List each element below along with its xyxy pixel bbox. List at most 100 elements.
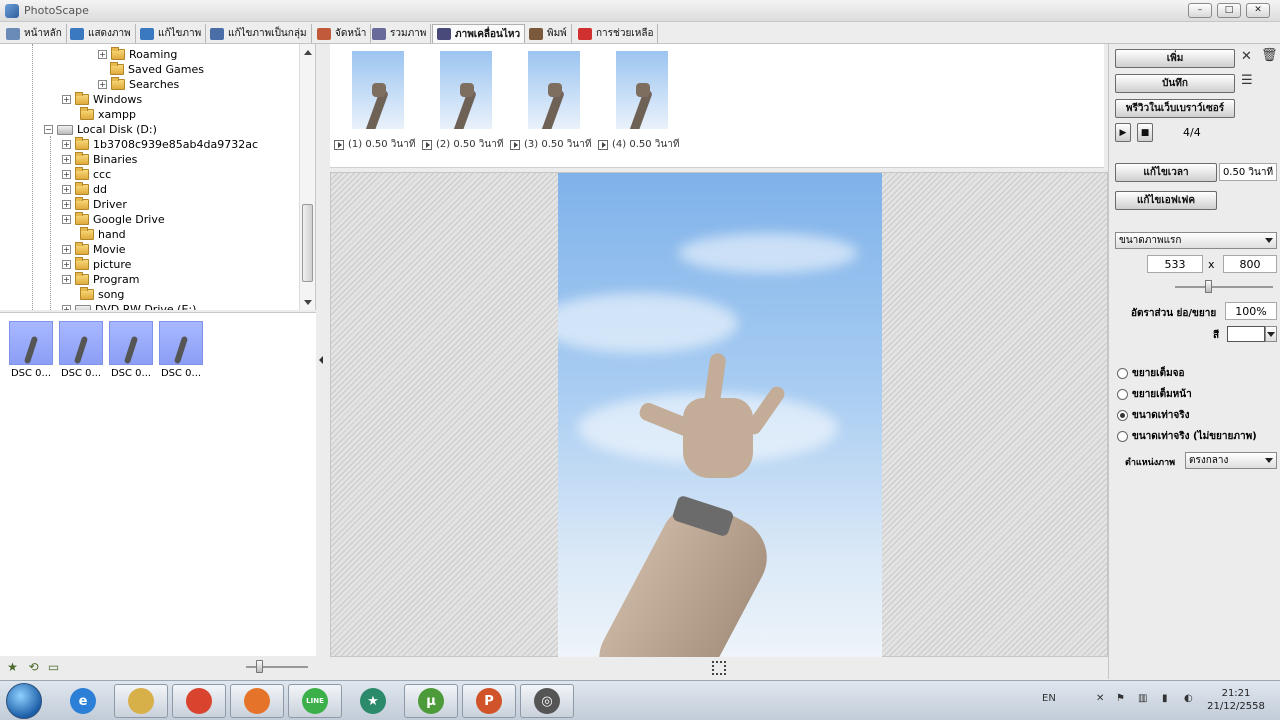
- favorite-star-icon[interactable]: ★: [6, 661, 19, 674]
- frame-play-icon[interactable]: [334, 139, 344, 150]
- expand-icon[interactable]: +: [62, 140, 71, 149]
- tree-item[interactable]: + Searches: [98, 77, 179, 92]
- change-effect-button[interactable]: แก้ไขเอฟเฟค: [1115, 191, 1217, 210]
- network-icon[interactable]: ▥: [1138, 693, 1147, 704]
- tree-item[interactable]: + DVD RW Drive (E:): [62, 302, 196, 310]
- tree-item[interactable]: + picture: [62, 257, 131, 272]
- frame-play-icon[interactable]: [510, 139, 520, 150]
- tree-item[interactable]: song: [80, 287, 124, 302]
- thumbnail-item[interactable]: DSC 0...: [8, 321, 54, 379]
- taskbar-app[interactable]: ◎: [520, 684, 574, 718]
- tab-home[interactable]: หน้าหลัก: [2, 24, 67, 43]
- tree-item[interactable]: +1b3708c939e85ab4da9732ac: [62, 137, 258, 152]
- animation-frame[interactable]: (2) 0.50 วินาที: [422, 51, 512, 152]
- color-dropdown[interactable]: [1265, 326, 1277, 342]
- delete-icon[interactable]: 🗑: [1261, 48, 1278, 63]
- system-clock[interactable]: 21:21 21/12/2558: [1206, 687, 1266, 713]
- language-indicator[interactable]: EN: [1042, 693, 1056, 704]
- tab-editor[interactable]: แก้ไขภาพ: [136, 24, 207, 43]
- folder-tree[interactable]: + Roaming Saved Games + Searches + Windows xamp…: [0, 44, 316, 310]
- remove-frame-icon[interactable]: ✕: [1241, 49, 1252, 64]
- expand-icon[interactable]: +: [62, 170, 71, 179]
- tab-help[interactable]: การช่วยเหลือ: [574, 24, 659, 43]
- thumbnail-item[interactable]: DSC 0...: [58, 321, 104, 379]
- expand-icon[interactable]: +: [62, 260, 71, 269]
- play-icon[interactable]: ▶: [1115, 123, 1131, 142]
- tab-viewer[interactable]: แสดงภาพ: [66, 24, 136, 43]
- taskbar-app[interactable]: [230, 684, 284, 718]
- fit-option[interactable]: ขยายเต็มหน้า: [1117, 387, 1192, 402]
- list-icon[interactable]: ☰: [1241, 73, 1253, 88]
- tab-batch-editor[interactable]: แก้ไขภาพเป็นกลุ่ม: [206, 24, 312, 43]
- fit-option[interactable]: ขยายเต็มจอ: [1117, 366, 1185, 381]
- expand-icon[interactable]: +: [98, 80, 107, 89]
- tree-item[interactable]: + Windows: [62, 92, 142, 107]
- tree-item[interactable]: + Roaming: [98, 47, 177, 62]
- battery-icon[interactable]: ▮: [1162, 693, 1168, 704]
- scale-ratio-field[interactable]: 100%: [1225, 302, 1277, 320]
- tree-item[interactable]: − Local Disk (D:): [44, 122, 157, 137]
- frame-play-icon[interactable]: [422, 139, 432, 150]
- radio-button[interactable]: [1117, 431, 1128, 442]
- stop-icon[interactable]: ■: [1137, 123, 1153, 142]
- expand-icon[interactable]: +: [98, 50, 107, 59]
- panel-splitter[interactable]: [316, 44, 330, 656]
- taskbar-app[interactable]: ★: [346, 684, 400, 718]
- scroll-down-icon[interactable]: [304, 300, 312, 305]
- expand-icon[interactable]: +: [62, 155, 71, 164]
- tree-item[interactable]: + ccc: [62, 167, 111, 182]
- size-slider[interactable]: [1175, 286, 1273, 288]
- scrollbar-thumb[interactable]: [302, 204, 313, 282]
- taskbar-app[interactable]: LINE: [288, 684, 342, 718]
- animation-frame[interactable]: (4) 0.50 วินาที: [598, 51, 688, 152]
- tree-item[interactable]: hand: [80, 227, 126, 242]
- frame-time-field[interactable]: 0.50 วินาที: [1219, 163, 1277, 181]
- start-button[interactable]: [6, 683, 42, 719]
- tree-item[interactable]: Saved Games: [110, 62, 204, 77]
- tree-item[interactable]: + Binaries: [62, 152, 137, 167]
- thumbnail-item[interactable]: DSC 0...: [108, 321, 154, 379]
- taskbar-app[interactable]: P: [462, 684, 516, 718]
- radio-button[interactable]: [1117, 410, 1128, 421]
- tree-item[interactable]: + Google Drive: [62, 212, 165, 227]
- taskbar-app[interactable]: e: [56, 684, 110, 718]
- expand-icon[interactable]: +: [62, 200, 71, 209]
- animation-frame[interactable]: (1) 0.50 วินาที: [334, 51, 424, 152]
- tree-item[interactable]: + dd: [62, 182, 107, 197]
- expand-icon[interactable]: +: [62, 305, 71, 310]
- maximize-button[interactable]: □: [1217, 3, 1241, 18]
- minimize-button[interactable]: –: [1188, 3, 1212, 18]
- fullscreen-icon[interactable]: [712, 661, 726, 675]
- radio-button[interactable]: [1117, 368, 1128, 379]
- add-frame-button[interactable]: เพิ่ม: [1115, 49, 1235, 68]
- tree-item[interactable]: + Movie: [62, 242, 126, 257]
- width-field[interactable]: 533: [1147, 255, 1203, 273]
- scroll-up-icon[interactable]: [304, 50, 312, 55]
- collapse-icon[interactable]: −: [44, 125, 53, 134]
- tab-page[interactable]: จัดหน้า: [313, 24, 372, 43]
- background-color-swatch[interactable]: [1227, 326, 1265, 342]
- save-button[interactable]: บันทึก: [1115, 74, 1235, 93]
- tab-print[interactable]: พิมพ์: [525, 24, 572, 43]
- expand-icon[interactable]: +: [62, 245, 71, 254]
- tree-scrollbar[interactable]: [299, 44, 315, 310]
- expand-icon[interactable]: +: [62, 275, 71, 284]
- expand-icon[interactable]: +: [62, 95, 71, 104]
- thumbnail-item[interactable]: DSC 0...: [158, 321, 204, 379]
- animation-frame[interactable]: (3) 0.50 วินาที: [510, 51, 600, 152]
- tree-item[interactable]: + Driver: [62, 197, 127, 212]
- taskbar-app[interactable]: [172, 684, 226, 718]
- expand-icon[interactable]: +: [62, 185, 71, 194]
- taskbar-app[interactable]: [114, 684, 168, 718]
- fit-option[interactable]: ขนาดเท่าจริง (ไม่ขยายภาพ): [1117, 429, 1257, 444]
- taskbar-app[interactable]: µ: [404, 684, 458, 718]
- rotate-icon[interactable]: ⟲: [27, 661, 40, 674]
- change-time-button[interactable]: แก้ไขเวลา: [1115, 163, 1217, 182]
- preview-browser-button[interactable]: พรีวิวในเว็บเบราว์เซอร์: [1115, 99, 1235, 118]
- tray-icon[interactable]: ⚑: [1116, 693, 1125, 704]
- radio-button[interactable]: [1117, 389, 1128, 400]
- tree-item[interactable]: xampp: [80, 107, 136, 122]
- fit-option[interactable]: ขนาดเท่าจริง: [1117, 408, 1190, 423]
- frame-play-icon[interactable]: [598, 139, 608, 150]
- close-button[interactable]: ✕: [1246, 3, 1270, 18]
